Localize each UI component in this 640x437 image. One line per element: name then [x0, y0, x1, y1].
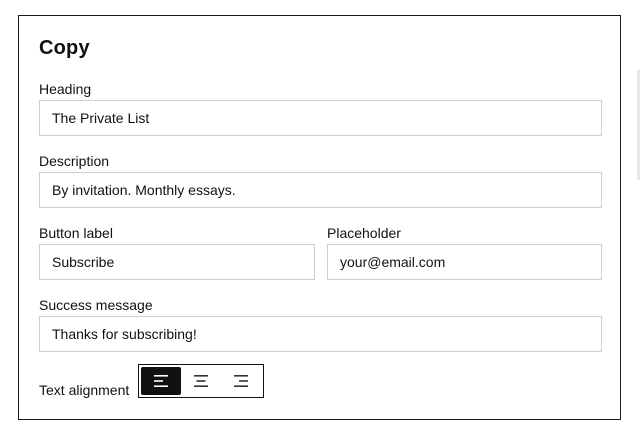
button-label-label: Button label [39, 225, 113, 241]
align-center-button[interactable] [181, 367, 221, 395]
align-right-icon [234, 375, 248, 387]
align-right-button[interactable] [221, 367, 261, 395]
description-input[interactable] [39, 172, 602, 208]
align-center-icon [194, 375, 208, 387]
placeholder-label: Placeholder [327, 225, 401, 241]
button-label-input[interactable] [39, 244, 315, 280]
text-alignment-control [138, 364, 264, 398]
heading-input[interactable] [39, 100, 602, 136]
placeholder-input[interactable] [327, 244, 602, 280]
success-message-label: Success message [39, 297, 153, 313]
description-label: Description [39, 153, 110, 169]
heading-label: Heading [39, 81, 92, 97]
text-alignment-label: Text alignment [39, 382, 130, 398]
success-message-input[interactable] [39, 316, 602, 352]
align-left-button[interactable] [141, 367, 181, 395]
section-title: Copy [39, 37, 90, 59]
align-left-icon [154, 375, 168, 387]
copy-settings-panel: Copy Heading Description Button label Pl… [18, 15, 621, 420]
